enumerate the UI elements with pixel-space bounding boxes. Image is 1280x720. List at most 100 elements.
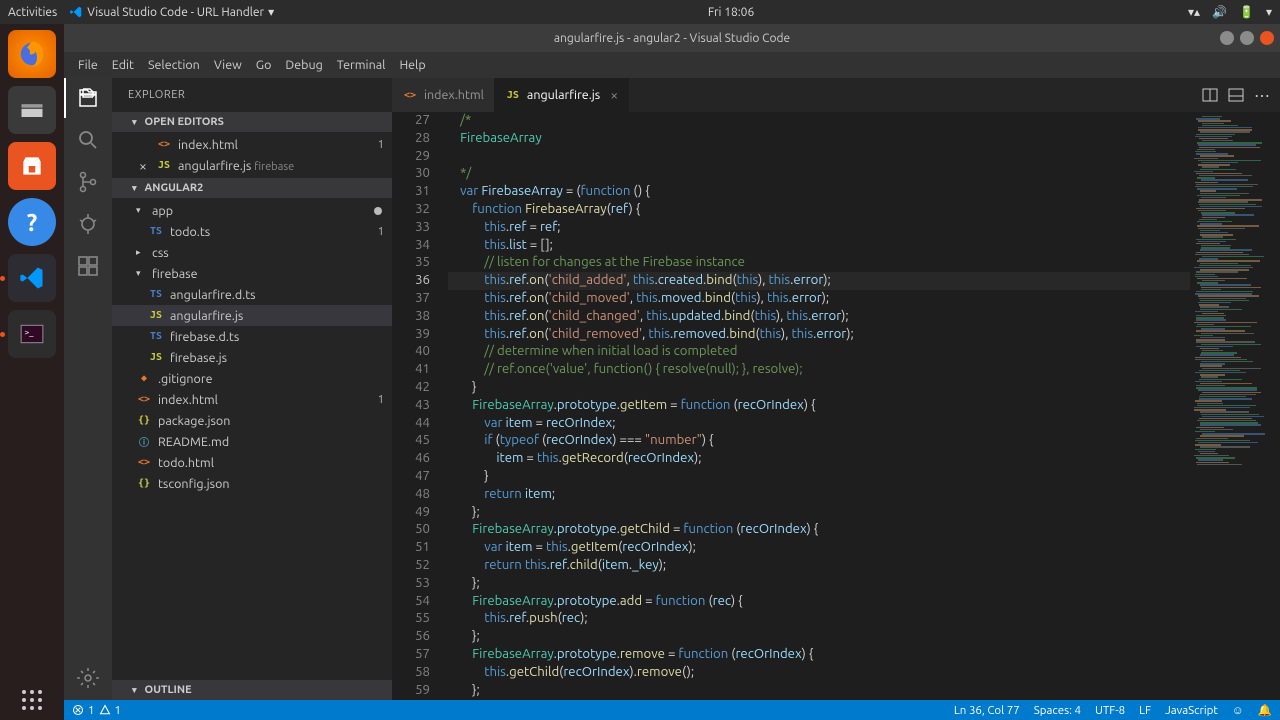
- app-indicator[interactable]: Visual Studio Code - URL Handler ▾: [69, 5, 274, 19]
- network-icon[interactable]: ▾▴: [1188, 5, 1200, 19]
- folder-item[interactable]: ▾app: [112, 200, 392, 221]
- launcher-vscode[interactable]: [8, 254, 56, 302]
- menu-help[interactable]: Help: [393, 56, 431, 74]
- terminal-icon: >_: [19, 321, 45, 347]
- ts-icon: TS: [148, 289, 164, 300]
- firefox-icon: [17, 39, 47, 69]
- editor-tab[interactable]: JSangularfire.js×: [495, 78, 629, 112]
- status-cursor[interactable]: Ln 36, Col 77: [954, 704, 1020, 717]
- open-editors-header[interactable]: OPEN EDITORS: [112, 112, 392, 132]
- file-item[interactable]: <>index.html1: [112, 389, 392, 410]
- explorer-title: EXPLORER: [112, 78, 392, 112]
- status-encoding[interactable]: UTF-8: [1095, 704, 1125, 717]
- launcher-software[interactable]: [8, 142, 56, 190]
- search-view-button[interactable]: [76, 128, 100, 152]
- gear-icon: [76, 666, 100, 690]
- ts-icon: TS: [148, 331, 164, 342]
- js-icon: JS: [148, 352, 164, 363]
- menu-go[interactable]: Go: [250, 56, 278, 74]
- folder-item[interactable]: ▾firebase: [112, 263, 392, 284]
- minimap[interactable]: [1190, 112, 1280, 700]
- file-item[interactable]: {}package.json: [112, 410, 392, 431]
- maximize-button[interactable]: [1240, 31, 1254, 45]
- html-icon: <>: [156, 139, 172, 150]
- chevron-icon: ▾: [136, 268, 146, 279]
- explorer-view-button[interactable]: [76, 86, 100, 110]
- launcher-files[interactable]: [8, 86, 56, 134]
- clock[interactable]: Fri 18:06: [708, 6, 754, 19]
- bug-icon: [76, 212, 100, 236]
- menu-edit[interactable]: Edit: [106, 56, 140, 74]
- file-item[interactable]: JSfirebase.js: [112, 347, 392, 368]
- settings-button[interactable]: [76, 666, 100, 690]
- ubuntu-launcher: ? >_: [0, 24, 64, 720]
- editor-tab[interactable]: <>index.html: [392, 78, 495, 112]
- help-icon: ?: [27, 209, 38, 236]
- files-icon: [76, 86, 100, 110]
- close-icon[interactable]: ×: [136, 158, 150, 174]
- menu-view[interactable]: View: [208, 56, 248, 74]
- toggle-panel-button[interactable]: [1228, 87, 1244, 103]
- software-icon: [19, 153, 45, 179]
- file-item[interactable]: TSangularfire.d.ts: [112, 284, 392, 305]
- menu-debug[interactable]: Debug: [279, 56, 328, 74]
- code-content[interactable]: /* FirebaseArray */ var FirebaseArray = …: [448, 112, 1190, 700]
- svg-text:>_: >_: [24, 327, 34, 337]
- minimize-button[interactable]: [1220, 31, 1234, 45]
- launcher-firefox[interactable]: [8, 30, 56, 78]
- editor[interactable]: 2728293031323334353637383940414243444546…: [392, 112, 1280, 700]
- activities-button[interactable]: Activities: [8, 6, 57, 19]
- launcher-terminal[interactable]: >_: [8, 310, 56, 358]
- status-language[interactable]: JavaScript: [1165, 704, 1218, 717]
- file-item[interactable]: {}tsconfig.json: [112, 473, 392, 494]
- gnome-top-bar: Activities Visual Studio Code - URL Hand…: [0, 0, 1280, 24]
- menu-file[interactable]: File: [72, 56, 104, 74]
- html-icon: <>: [402, 90, 418, 101]
- close-icon[interactable]: ×: [610, 87, 618, 103]
- close-button[interactable]: [1260, 31, 1274, 45]
- editor-area: <>index.htmlJSangularfire.js× ⋯ 27282930…: [392, 78, 1280, 700]
- launcher-help[interactable]: ?: [8, 198, 56, 246]
- open-editor-item[interactable]: <>index.html1: [112, 134, 392, 155]
- chevron-icon: ▾: [136, 205, 146, 216]
- js-icon: JS: [505, 90, 521, 101]
- more-actions-button[interactable]: ⋯: [1254, 86, 1270, 105]
- menu-terminal[interactable]: Terminal: [331, 56, 392, 74]
- extensions-view-button[interactable]: [76, 254, 100, 278]
- file-item[interactable]: <>todo.html: [112, 452, 392, 473]
- status-bell[interactable]: 🔔: [1258, 703, 1272, 717]
- json-icon: {}: [136, 415, 152, 426]
- html-icon: <>: [136, 394, 152, 405]
- status-bar: 1 1 Ln 36, Col 77 Spaces: 4 UTF-8 LF Jav…: [64, 700, 1280, 720]
- js-icon: JS: [156, 160, 172, 171]
- file-item[interactable]: JSangularfire.js: [112, 305, 392, 326]
- file-item[interactable]: TSfirebase.d.ts: [112, 326, 392, 347]
- status-spaces[interactable]: Spaces: 4: [1034, 704, 1081, 717]
- modified-dot-icon: [374, 207, 382, 215]
- vscode-icon: [69, 5, 83, 19]
- file-item[interactable]: ◆.gitignore: [112, 368, 392, 389]
- scm-view-button[interactable]: [76, 170, 100, 194]
- open-editor-item[interactable]: ×JSangularfire.js firebase: [112, 155, 392, 176]
- chevron-icon: ▸: [136, 247, 146, 258]
- files-icon: [18, 96, 46, 124]
- status-problems[interactable]: 1 1: [72, 704, 121, 717]
- status-eol[interactable]: LF: [1139, 704, 1151, 717]
- titlebar: angularfire.js - angular2 - Visual Studi…: [64, 24, 1280, 52]
- menu-selection[interactable]: Selection: [142, 56, 206, 74]
- folder-header[interactable]: ANGULAR2: [112, 178, 392, 198]
- system-menu[interactable]: ▾: [1266, 5, 1272, 19]
- file-item[interactable]: ⓘREADME.md: [112, 431, 392, 452]
- extensions-icon: [76, 254, 100, 278]
- sound-icon[interactable]: 🔊: [1212, 5, 1227, 19]
- folder-item[interactable]: ▸css: [112, 242, 392, 263]
- warning-icon: [99, 704, 111, 716]
- debug-view-button[interactable]: [76, 212, 100, 236]
- status-feedback[interactable]: ☺: [1232, 704, 1244, 717]
- file-item[interactable]: TStodo.ts1: [112, 221, 392, 242]
- split-editor-button[interactable]: [1202, 87, 1218, 103]
- battery-icon[interactable]: 🔋: [1239, 5, 1254, 19]
- show-apps-button[interactable]: [22, 690, 42, 710]
- outline-header[interactable]: OUTLINE: [112, 680, 392, 700]
- error-icon: [72, 704, 84, 716]
